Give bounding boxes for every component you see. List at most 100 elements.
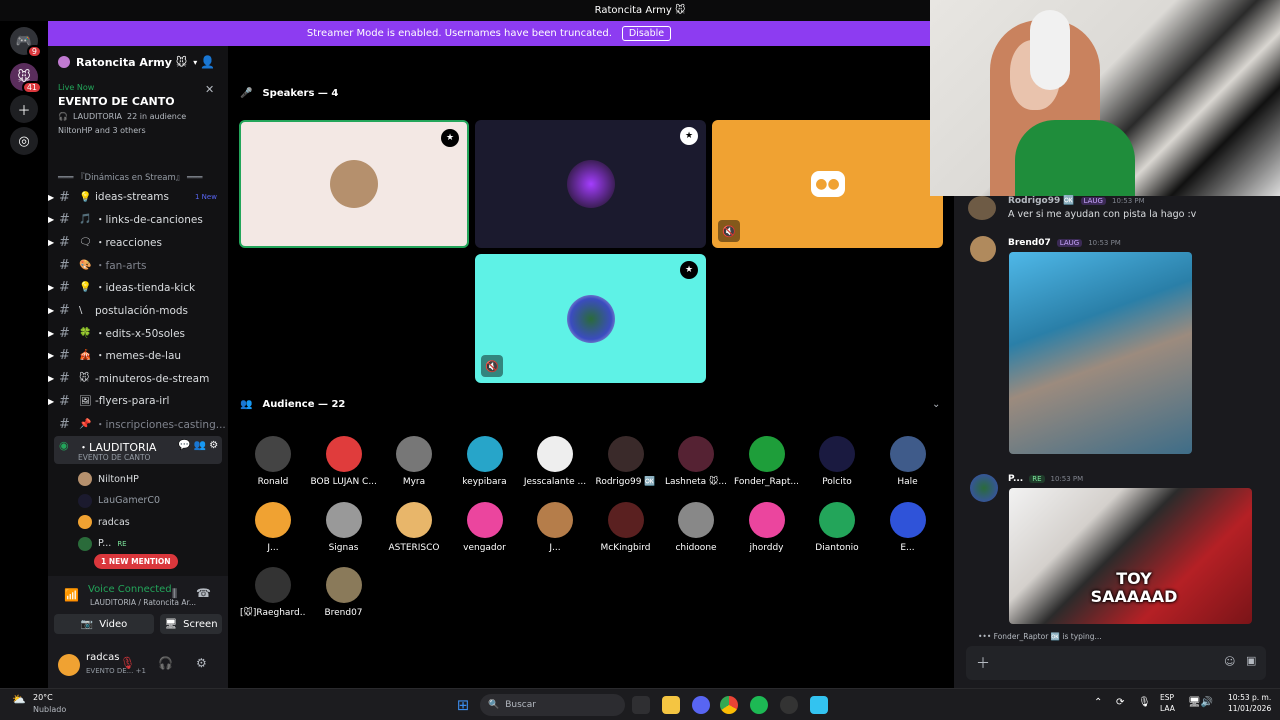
channel-item[interactable]: ▶ # 🎪 ・memes-de-lau: [48, 346, 223, 366]
speaker-avatar: [330, 160, 378, 208]
live-event-card[interactable]: Live Now EVENTO DE CANTO 🎧 LAUDITORIA 22…: [58, 83, 220, 135]
disconnect-icon[interactable]: ☎: [196, 586, 211, 600]
channel-item[interactable]: ▶ # 💡 ・ideas-tienda-kick: [48, 278, 223, 298]
audience-member[interactable]: Myra: [381, 436, 447, 487]
avatar[interactable]: [970, 236, 996, 262]
channel-item[interactable]: ▶ # 🎵 ・links-de-canciones: [48, 210, 223, 230]
audience-member[interactable]: Signas: [311, 501, 377, 553]
voice-user[interactable]: P... RE: [78, 534, 127, 554]
audience-member[interactable]: BOB LUJAN C...: [311, 436, 377, 487]
channel-item[interactable]: ▶ # 🗨 ・reacciones: [48, 232, 223, 252]
speaker-tile-4[interactable]: ★ 🔇: [475, 254, 706, 383]
new-mention-pill[interactable]: 1 NEW MENTION: [94, 554, 178, 569]
avatar[interactable]: [968, 196, 996, 220]
channel-item[interactable]: ▶ # 🍀 ・edits-x-50soles: [48, 323, 223, 343]
network-volume-icon[interactable]: 🖥🔊: [1188, 697, 1213, 708]
attach-plus-icon[interactable]: ＋: [976, 653, 990, 673]
audience-member[interactable]: J...: [522, 501, 588, 553]
collapse-chevron-icon[interactable]: ⌄: [932, 399, 940, 410]
headphones-toggle-icon[interactable]: 🎧: [158, 656, 173, 670]
audience-member[interactable]: vengador: [452, 501, 518, 553]
emoji-icon[interactable]: ☺: [1224, 655, 1235, 668]
mic-muted-icon[interactable]: 🎙: [120, 656, 135, 670]
self-avatar[interactable]: [58, 654, 80, 676]
voice-user[interactable]: NiltonHP: [78, 469, 139, 489]
audience-member[interactable]: Diantonio: [804, 501, 870, 553]
avatar: [889, 436, 926, 472]
audience-member[interactable]: Lashneta 🐭...: [663, 436, 729, 487]
audience-name: vengador: [463, 542, 506, 553]
tray-sync-icon[interactable]: ⟳: [1116, 697, 1124, 708]
channel-item[interactable]: # 📌 ・inscripciones-casting...: [48, 414, 226, 434]
chrome-icon[interactable]: [720, 696, 738, 714]
audience-member[interactable]: J...: [240, 501, 306, 553]
add-server-button[interactable]: ＋: [10, 95, 38, 123]
explore-button[interactable]: ◎: [10, 127, 38, 155]
message-author[interactable]: Rodrigo99 🆗: [1008, 196, 1075, 206]
audience-member[interactable]: Hale: [875, 436, 941, 487]
audience-member[interactable]: Fonder_Rapt...: [734, 436, 800, 487]
audience-member[interactable]: Polcito: [804, 436, 870, 487]
discord-taskbar-icon[interactable]: [692, 696, 710, 714]
speaker-tile-3[interactable]: ●● 🔇: [712, 120, 943, 248]
gif-image[interactable]: TOY SAAAAAD: [1009, 488, 1252, 624]
voice-user-name: radcas: [98, 516, 130, 528]
disable-button[interactable]: Disable: [621, 26, 672, 41]
task-view-icon[interactable]: [632, 696, 650, 714]
speaker-tile-1[interactable]: ★: [239, 120, 469, 248]
audience-member[interactable]: [🐭]Raeghard...: [240, 567, 306, 618]
language-code[interactable]: ESP: [1160, 693, 1174, 702]
audience-member[interactable]: Brend07: [311, 567, 377, 618]
message-author[interactable]: Brend07: [1008, 238, 1051, 248]
notepad-icon[interactable]: [810, 696, 828, 714]
screen-button[interactable]: 🖥 Screen: [160, 614, 222, 634]
file-explorer-icon[interactable]: [662, 696, 680, 714]
server-header[interactable]: Ratoncita Army 🐭 ▾: [58, 54, 218, 70]
avatar[interactable]: [970, 474, 998, 502]
obs-icon[interactable]: [780, 696, 798, 714]
channel-item[interactable]: ▶ # 🐭 -minuteros-de-stream: [48, 369, 223, 389]
voice-user[interactable]: LauGamerC0: [78, 491, 160, 511]
audience-member[interactable]: keypibara: [452, 436, 518, 487]
channel-item[interactable]: ▶ # 💡 ideas-streams 1 New: [48, 187, 223, 207]
user-settings-icon[interactable]: ⚙: [196, 656, 207, 670]
message-input[interactable]: ＋ ☺ ▣: [966, 646, 1266, 680]
audience-member[interactable]: jhorddy: [734, 501, 800, 553]
chat-panel: Rodrigo99 🆗 LAUG 10:53 PM A ver si me ay…: [954, 196, 1280, 688]
message-author[interactable]: P...: [1008, 474, 1023, 484]
sticker-icon[interactable]: ▣: [1246, 654, 1256, 667]
tray-mic-icon[interactable]: 🎙: [1138, 697, 1151, 708]
compass-icon: ◎: [18, 133, 30, 149]
gif-image[interactable]: [1009, 252, 1192, 454]
audience-member[interactable]: chidoone: [663, 501, 729, 553]
audience-member[interactable]: Jesscalante ...: [522, 436, 588, 487]
windows-start-icon[interactable]: ⊞: [454, 696, 472, 714]
audience-member[interactable]: Ronald: [240, 436, 306, 487]
voice-connected-status[interactable]: Voice Connected: [88, 584, 172, 595]
chat-icon[interactable]: 💬 👥 ⚙: [178, 440, 218, 451]
audience-member[interactable]: E...: [875, 501, 941, 553]
audience-member[interactable]: Rodrigo99 🆗: [593, 436, 659, 487]
tray-chevron-icon[interactable]: ⌃: [1094, 697, 1102, 708]
close-icon[interactable]: ✕: [205, 83, 214, 96]
voice-user[interactable]: radcas: [78, 512, 130, 532]
audience-member[interactable]: McKingbird: [593, 501, 659, 553]
clock-time[interactable]: 10:53 p. m.: [1228, 693, 1271, 702]
channel-item[interactable]: ▶ # 🖼 -flyers-para-irl: [48, 391, 223, 411]
server-ratoncita[interactable]: 🐭 41: [10, 63, 42, 94]
add-member-icon[interactable]: 👤: [200, 55, 215, 69]
noise-icon[interactable]: ⫼: [172, 587, 177, 601]
video-button[interactable]: 📷 Video: [54, 614, 154, 634]
streamer-shirt: [1015, 120, 1135, 196]
voice-channel-lauditoria[interactable]: ◉ ・LAUDITORIA EVENTO DE CANTO 💬 👥 ⚙: [54, 436, 222, 464]
speaker-tile-2[interactable]: ★: [475, 120, 706, 248]
home-button[interactable]: 🎮 9: [10, 27, 42, 58]
audience-member[interactable]: ASTERISCO: [381, 501, 447, 553]
channel-item[interactable]: # 🎨 ・fan-arts: [48, 255, 223, 275]
audience-name: J...: [549, 542, 561, 553]
weather-temp[interactable]: 20°C: [33, 693, 53, 702]
channel-item[interactable]: ▶ # \ postulación-mods: [48, 301, 223, 321]
taskbar-search[interactable]: 🔍 Buscar: [480, 694, 625, 716]
spotify-icon[interactable]: [750, 696, 768, 714]
category-header[interactable]: ═══ 『Dinámicas en Stream』 ═══: [58, 171, 202, 183]
